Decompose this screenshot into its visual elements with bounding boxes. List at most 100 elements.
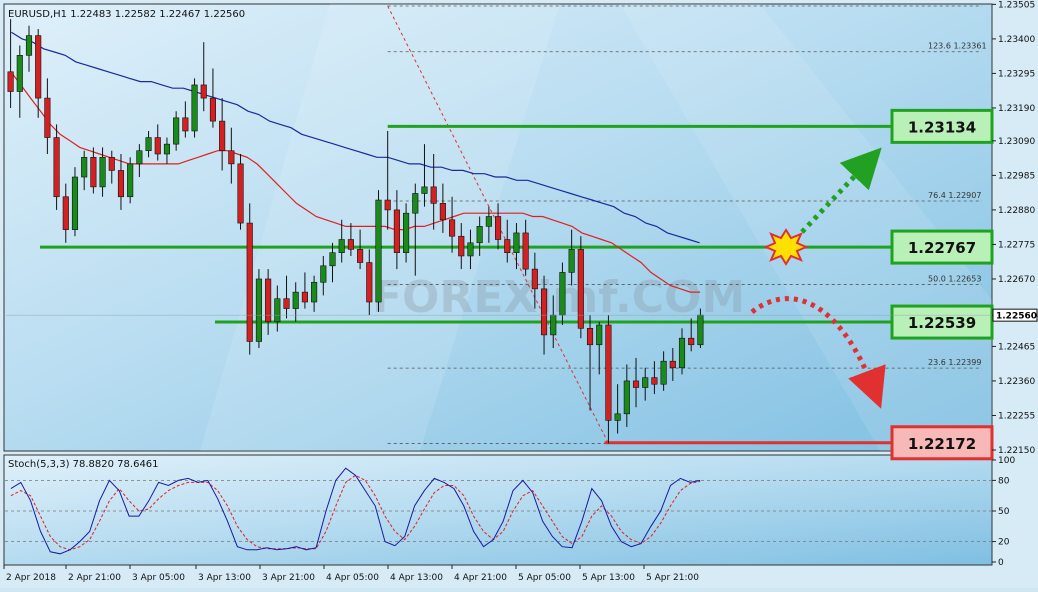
price-level-label: 1.22767 bbox=[908, 239, 976, 257]
bearish-candle bbox=[246, 222, 253, 342]
bearish-candle bbox=[301, 291, 308, 303]
current-price-label: 1.22560 bbox=[996, 312, 1037, 322]
y-tick-label: 1.22255 bbox=[998, 411, 1035, 421]
stoch-tick-label: 50 bbox=[998, 507, 1010, 517]
bullish-candle bbox=[421, 186, 428, 194]
y-tick-label: 1.23295 bbox=[998, 69, 1035, 79]
bearish-candle bbox=[200, 84, 207, 99]
x-tick-label: 5 Apr 21:00 bbox=[646, 573, 699, 583]
y-tick-label: 1.23190 bbox=[998, 104, 1035, 114]
bearish-candle bbox=[237, 163, 244, 224]
x-tick-label: 2 Apr 21:00 bbox=[68, 573, 121, 583]
bullish-candle bbox=[412, 193, 419, 214]
bullish-candle bbox=[163, 143, 171, 155]
y-tick-label: 1.23090 bbox=[998, 137, 1035, 147]
bullish-candle bbox=[375, 199, 382, 303]
bearish-candle bbox=[117, 170, 125, 198]
bearish-candle bbox=[384, 199, 391, 211]
y-tick-label: 1.22985 bbox=[998, 171, 1035, 181]
bearish-candle bbox=[458, 235, 465, 257]
bullish-candle bbox=[559, 272, 566, 316]
bearish-candle bbox=[540, 288, 548, 336]
fib-level-label: 123.6 1.23361 bbox=[928, 42, 987, 51]
bearish-candle bbox=[669, 360, 676, 369]
x-tick-label: 3 Apr 13:00 bbox=[198, 573, 251, 583]
x-tick-label: 2 Apr 2018 bbox=[6, 573, 56, 583]
bearish-candle bbox=[35, 35, 42, 99]
bearish-candle bbox=[651, 377, 658, 385]
fib-level-label: 76.4 1.22907 bbox=[928, 191, 981, 200]
bearish-candle bbox=[108, 156, 115, 171]
bullish-candle bbox=[623, 380, 630, 415]
bearish-candle bbox=[53, 137, 60, 198]
price-level-label: 1.22539 bbox=[908, 314, 976, 332]
bullish-candle bbox=[99, 156, 106, 188]
bearish-candle bbox=[430, 186, 437, 204]
bearish-candle bbox=[393, 209, 400, 253]
x-tick-label: 4 Apr 13:00 bbox=[390, 573, 443, 583]
bullish-candle bbox=[255, 278, 262, 342]
bullish-candle bbox=[127, 163, 134, 198]
bearish-candle bbox=[182, 117, 189, 132]
bullish-candle bbox=[513, 232, 520, 253]
bearish-candle bbox=[44, 97, 51, 138]
bullish-candle bbox=[311, 281, 318, 303]
bullish-candle bbox=[485, 216, 492, 227]
fib-level-label: 50.0 1.22653 bbox=[928, 275, 981, 284]
y-tick-label: 1.22465 bbox=[998, 342, 1035, 352]
bearish-candle bbox=[522, 232, 529, 270]
stoch-panel bbox=[3, 454, 993, 566]
stoch-tick-label: 80 bbox=[998, 476, 1010, 486]
bullish-candle bbox=[697, 314, 704, 346]
bearish-candle bbox=[586, 328, 594, 346]
chart-canvas: FOREXimf.COM 123.6 1.2336176.4 1.2290750… bbox=[0, 0, 1038, 588]
stoch-tick-label: 20 bbox=[998, 538, 1010, 548]
bearish-candle bbox=[209, 97, 217, 122]
bearish-candle bbox=[219, 120, 226, 152]
stoch-tick-label: 100 bbox=[998, 456, 1015, 466]
bullish-candle bbox=[81, 156, 88, 178]
bearish-candle bbox=[688, 337, 695, 346]
bearish-candle bbox=[494, 216, 502, 240]
y-tick-label: 1.22775 bbox=[998, 240, 1035, 250]
x-tick-label: 4 Apr 05:00 bbox=[326, 573, 379, 583]
y-tick-label: 1.22880 bbox=[998, 206, 1035, 216]
bullish-candle bbox=[274, 298, 281, 323]
bullish-candle bbox=[614, 413, 621, 421]
bullish-candle bbox=[145, 137, 152, 152]
bullish-candle bbox=[596, 324, 603, 346]
x-tick-label: 3 Apr 05:00 bbox=[132, 573, 185, 583]
x-tick-label: 5 Apr 05:00 bbox=[518, 573, 571, 583]
bearish-candle bbox=[7, 71, 14, 92]
fib-level-label: 23.6 1.22399 bbox=[928, 358, 981, 367]
bearish-candle bbox=[154, 137, 161, 155]
bearish-candle bbox=[357, 249, 364, 263]
bearish-candle bbox=[228, 150, 235, 165]
price-level-label: 1.23134 bbox=[908, 118, 976, 136]
breakout-burst-icon bbox=[763, 228, 809, 266]
y-tick-label: 1.22670 bbox=[998, 275, 1035, 285]
bullish-candle bbox=[338, 239, 345, 253]
y-tick-label: 1.23400 bbox=[998, 35, 1035, 45]
bullish-candle bbox=[467, 242, 474, 257]
bearish-candle bbox=[90, 156, 97, 188]
y-tick-label: 1.22360 bbox=[998, 377, 1035, 387]
bullish-candle bbox=[678, 337, 686, 369]
chart-window: FOREXimf.COM 123.6 1.23361 76.4 1.22907 50… bbox=[0, 0, 1038, 588]
bearish-candle bbox=[283, 298, 290, 309]
bullish-candle bbox=[173, 117, 180, 145]
y-tick-label: 1.22150 bbox=[998, 446, 1035, 456]
bullish-candle bbox=[320, 265, 327, 283]
bearish-candle bbox=[577, 249, 584, 329]
bearish-candle bbox=[347, 239, 354, 250]
bullish-candle bbox=[16, 55, 23, 92]
bearish-candle bbox=[504, 239, 511, 253]
bullish-candle bbox=[403, 212, 410, 253]
bullish-candle bbox=[660, 360, 667, 385]
bearish-candle bbox=[632, 380, 640, 388]
bearish-candle bbox=[449, 219, 456, 237]
price-level-label: 1.22172 bbox=[908, 435, 976, 453]
bearish-candle bbox=[62, 196, 69, 230]
bearish-candle bbox=[531, 268, 538, 290]
bullish-candle bbox=[25, 35, 33, 56]
